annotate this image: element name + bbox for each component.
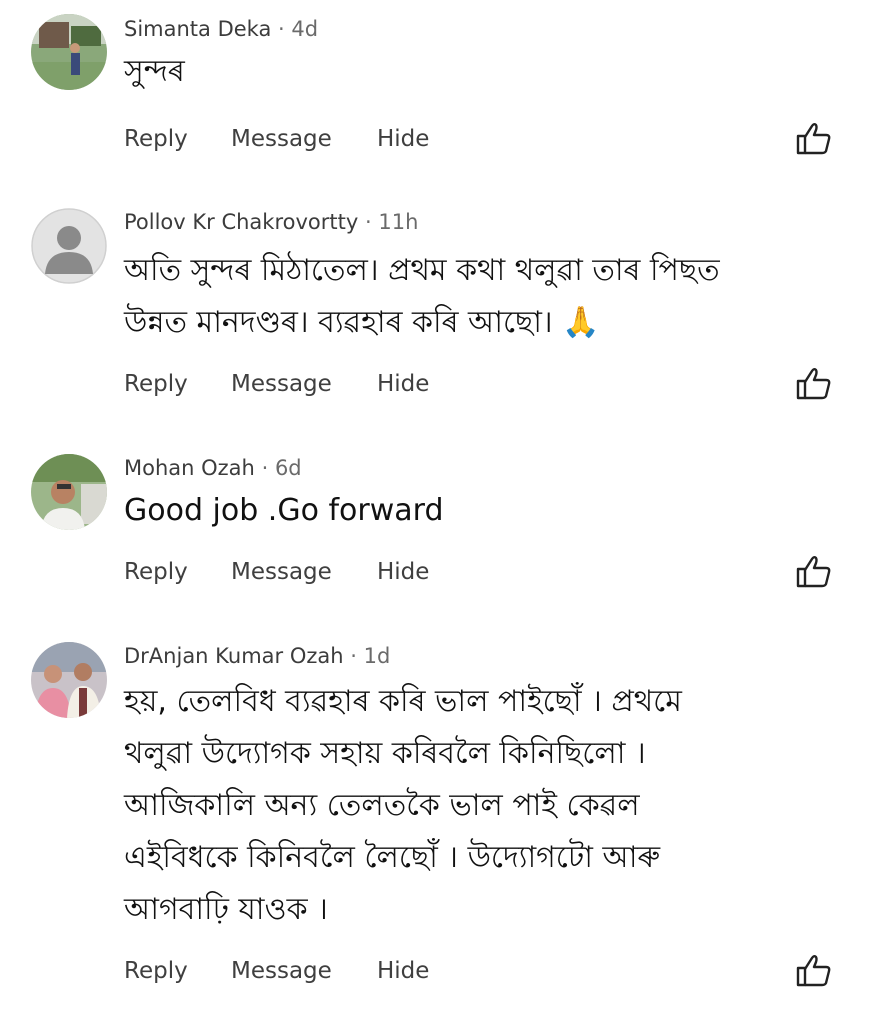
separator-dot: · bbox=[350, 644, 357, 668]
comment-line: থলুৱা উদ্যোগক সহায় কৰিবলৈ কিনিছিলো । bbox=[124, 736, 646, 771]
comment-line: এইবিধকে কিনিবলৈ লৈছোঁ । উদ্যোগটো আৰু bbox=[124, 840, 661, 875]
hide-button[interactable]: Hide bbox=[377, 126, 429, 152]
comment-line: সুন্দৰ bbox=[124, 54, 185, 89]
thumbs-up-outline-icon bbox=[796, 955, 831, 987]
reply-button[interactable]: Reply bbox=[124, 126, 188, 152]
timestamp: 1d bbox=[363, 644, 391, 668]
separator-dot: · bbox=[278, 17, 285, 41]
comment-text: হয়, তেলবিধ ব্যৱহাৰ কৰি ভাল পাইছোঁ । প্ৰ… bbox=[124, 676, 824, 936]
avatar[interactable] bbox=[31, 14, 107, 90]
avatar[interactable] bbox=[31, 454, 107, 530]
comment-text: সুন্দৰ bbox=[124, 52, 824, 92]
message-button[interactable]: Message bbox=[231, 371, 332, 397]
separator-dot: · bbox=[261, 456, 269, 480]
author-name[interactable]: Pollov Kr Chakrovortty bbox=[124, 210, 358, 234]
user-photo-icon bbox=[31, 642, 107, 718]
comment-meta: Simanta Deka · 4d bbox=[124, 16, 318, 42]
author-name[interactable]: Simanta Deka bbox=[124, 17, 271, 41]
author-name[interactable]: DrAnjan Kumar Ozah bbox=[124, 644, 344, 668]
comment-text: অতি সুন্দৰ মিঠাতেল। প্ৰথম কথা থলুৱা তাৰ … bbox=[124, 245, 824, 349]
message-button[interactable]: Message bbox=[231, 958, 332, 984]
user-photo-icon bbox=[31, 454, 107, 530]
comment-line: আগবাঢ়ি যাওক । bbox=[124, 892, 328, 927]
message-button[interactable]: Message bbox=[231, 559, 332, 585]
like-button[interactable] bbox=[796, 367, 832, 401]
timestamp: 4d bbox=[291, 17, 319, 41]
hide-button[interactable]: Hide bbox=[377, 958, 429, 984]
separator-dot: · bbox=[364, 210, 372, 234]
comment-meta: Mohan Ozah · 6d bbox=[124, 455, 302, 481]
reply-button[interactable]: Reply bbox=[124, 559, 188, 585]
timestamp: 6d bbox=[274, 456, 302, 480]
comment-line: Good job .Go forward bbox=[124, 493, 444, 528]
like-button[interactable] bbox=[796, 954, 832, 988]
comment-meta: DrAnjan Kumar Ozah · 1d bbox=[124, 643, 390, 669]
comment-text: Good job .Go forward bbox=[124, 489, 824, 533]
thumbs-up-outline-icon bbox=[796, 556, 831, 588]
message-button[interactable]: Message bbox=[231, 126, 332, 152]
like-button[interactable] bbox=[796, 122, 832, 156]
comment-line: অতি সুন্দৰ মিঠাতেল। প্ৰথম কথা থলুৱা তাৰ … bbox=[124, 253, 720, 288]
hide-button[interactable]: Hide bbox=[377, 559, 429, 585]
reply-button[interactable]: Reply bbox=[124, 371, 188, 397]
thumbs-up-outline-icon bbox=[796, 368, 831, 400]
like-button[interactable] bbox=[796, 555, 832, 589]
comment-meta: Pollov Kr Chakrovortty · 11h bbox=[124, 209, 418, 235]
hide-button[interactable]: Hide bbox=[377, 371, 429, 397]
avatar[interactable] bbox=[31, 208, 107, 284]
comment-line: উন্নত মানদণ্ডৰ। ব্যৱহাৰ কৰি আছো। 🙏 bbox=[124, 305, 600, 340]
comment-line: আজিকালি অন্য তেলতকৈ ভাল পাই কেৱল bbox=[124, 788, 640, 823]
timestamp: 11h bbox=[378, 210, 419, 234]
user-photo-icon bbox=[31, 14, 107, 90]
reply-button[interactable]: Reply bbox=[124, 958, 188, 984]
thumbs-up-outline-icon bbox=[796, 123, 831, 155]
author-name[interactable]: Mohan Ozah bbox=[124, 456, 255, 480]
comment-line: হয়, তেলবিধ ব্যৱহাৰ কৰি ভাল পাইছোঁ । প্ৰ… bbox=[124, 684, 682, 719]
avatar[interactable] bbox=[31, 642, 107, 718]
default-user-silhouette-icon bbox=[31, 208, 107, 284]
